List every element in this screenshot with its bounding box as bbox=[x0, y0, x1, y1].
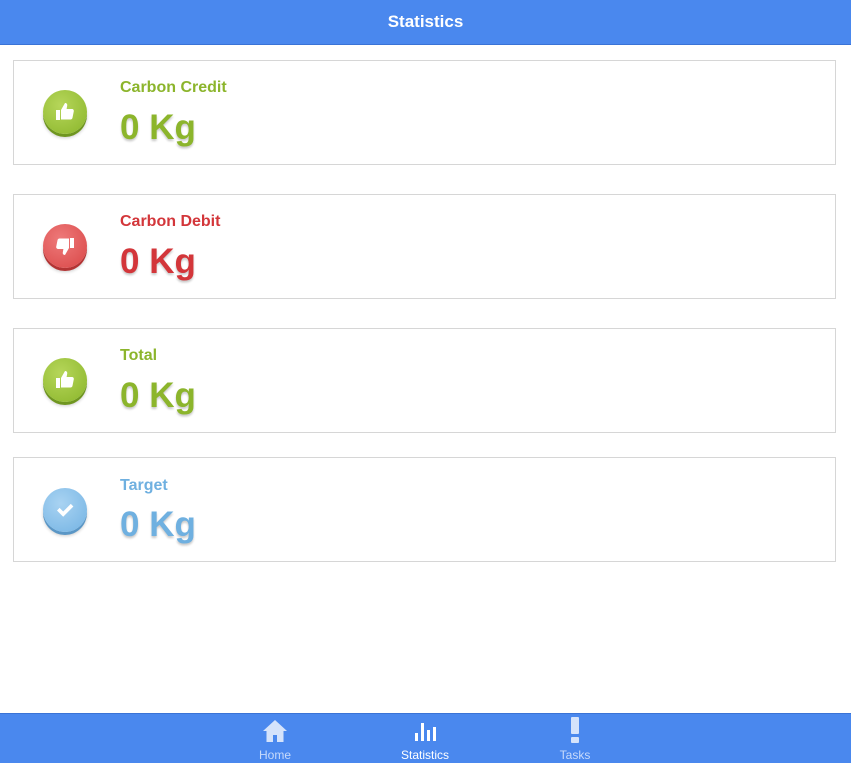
thumbs-up-icon bbox=[43, 358, 87, 402]
target-card: Target 0 Kg bbox=[13, 457, 836, 562]
checkmark-icon bbox=[43, 488, 87, 532]
bar-chart-icon bbox=[413, 717, 437, 743]
card-label: Total bbox=[120, 347, 158, 364]
tab-label: Home bbox=[258, 748, 291, 762]
tab-statistics[interactable]: Statistics bbox=[370, 714, 480, 763]
card-label: Target bbox=[120, 477, 168, 494]
card-value: 0 Kg bbox=[120, 108, 196, 147]
card-label: Carbon Debit bbox=[120, 213, 221, 230]
thumbs-up-icon bbox=[43, 90, 87, 134]
bottom-tab-bar: Home Statistics Tasks bbox=[0, 713, 851, 763]
page-title: Statistics bbox=[387, 12, 464, 31]
tab-tasks[interactable]: Tasks bbox=[520, 714, 630, 763]
card-label: Carbon Credit bbox=[120, 79, 227, 96]
thumbs-down-icon bbox=[43, 224, 87, 268]
card-value: 0 Kg bbox=[120, 242, 196, 281]
tab-label: Tasks bbox=[559, 748, 591, 762]
tab-home[interactable]: Home bbox=[220, 714, 330, 763]
card-value: 0 Kg bbox=[120, 376, 196, 415]
carbon-credit-card: Carbon Credit 0 Kg bbox=[13, 60, 836, 165]
total-card: Total 0 Kg bbox=[13, 328, 836, 433]
tab-label: Statistics bbox=[400, 748, 449, 762]
app-root: Statistics Carbon Credit 0 Kg Carbon Deb… bbox=[0, 0, 851, 763]
home-icon bbox=[262, 717, 288, 743]
header-bar: Statistics bbox=[0, 0, 851, 45]
exclamation-icon bbox=[569, 717, 581, 743]
carbon-debit-card: Carbon Debit 0 Kg bbox=[13, 194, 836, 299]
card-value: 0 Kg bbox=[120, 505, 196, 544]
